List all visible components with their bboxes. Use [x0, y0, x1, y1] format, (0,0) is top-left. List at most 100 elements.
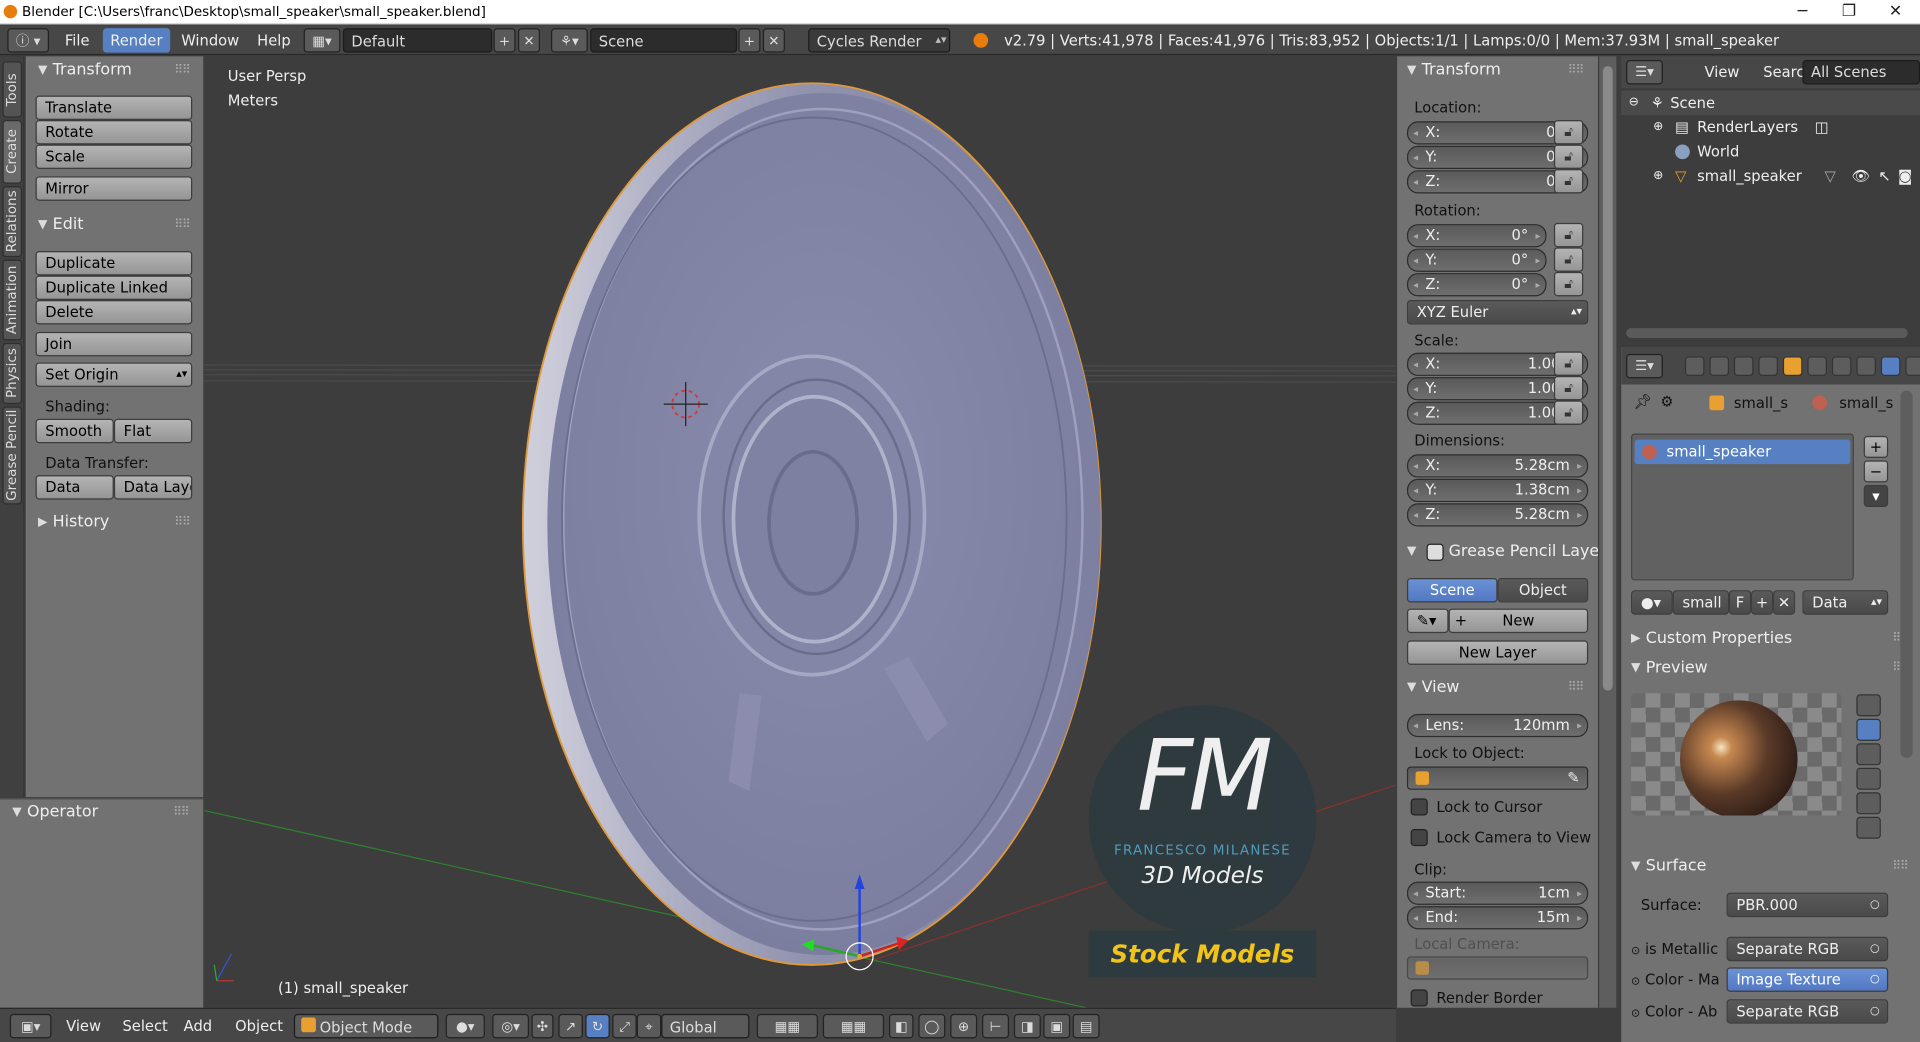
preview-monkey-icon[interactable]: [1856, 767, 1881, 790]
tab-grease-pencil[interactable]: Grease Pencil: [2, 406, 23, 505]
editor-type-outliner-icon[interactable]: ☰▾: [1626, 60, 1663, 85]
outliner-menu-view[interactable]: View: [1697, 61, 1747, 83]
modifiers-tab-icon[interactable]: [1831, 356, 1852, 376]
lens-field[interactable]: ◂ Lens: 120mm ▸: [1406, 713, 1589, 738]
render-camera-icon[interactable]: ◙: [1898, 164, 1912, 188]
operator-panel-header[interactable]: ▼ Operator ⠿⠿: [12, 800, 196, 827]
layers-block-1[interactable]: ▦▦: [756, 1013, 818, 1039]
add-scene-icon[interactable]: +: [738, 28, 761, 53]
set-origin-dropdown[interactable]: Set Origin ▴▾: [35, 362, 193, 387]
scene-icon[interactable]: ⚘▾: [551, 28, 588, 53]
outliner-item-world[interactable]: World: [1621, 140, 1920, 164]
menu-add[interactable]: Add: [176, 1014, 219, 1038]
remove-scene-icon[interactable]: ✕: [762, 28, 785, 53]
properties-scrollbar[interactable]: [1900, 390, 1913, 758]
snap-target-icon[interactable]: ⊢: [982, 1013, 1009, 1039]
edit-panel-header[interactable]: ▼ Edit ⠿⠿: [38, 212, 197, 239]
lock-location-z-icon[interactable]: 🔓︎: [1553, 168, 1584, 194]
opengl-anim-icon[interactable]: ▤: [1072, 1013, 1100, 1039]
menu-render[interactable]: Render: [102, 28, 170, 53]
constraints-tab-icon[interactable]: [1807, 356, 1827, 376]
lock-location-y-icon[interactable]: 🔓︎: [1553, 144, 1584, 169]
rotate-button[interactable]: Rotate: [35, 120, 193, 145]
tab-animation[interactable]: Animation: [2, 259, 23, 341]
dimensions-x-field[interactable]: ◂ X: 5.28cm ▸: [1406, 454, 1589, 478]
custom-properties-header[interactable]: ▶Custom Properties⠿⠿: [1631, 626, 1915, 653]
outliner-hscrollbar[interactable]: [1626, 328, 1908, 338]
material-slot-item[interactable]: small_speaker: [1634, 439, 1851, 465]
n-transform-header[interactable]: ▼ Transform ⠿⠿: [1407, 58, 1591, 85]
preview-flat-icon[interactable]: [1856, 694, 1881, 717]
world-tab-icon[interactable]: [1758, 356, 1778, 376]
data-transfer-button[interactable]: Data: [35, 475, 114, 500]
object-tab-icon[interactable]: [1782, 356, 1803, 376]
rotate-manipulator-icon[interactable]: ↻: [585, 1013, 610, 1039]
tab-tools[interactable]: Tools: [2, 61, 23, 118]
render-still-icon[interactable]: ◨: [1013, 1013, 1041, 1039]
pivot-point-icon[interactable]: ◎▾: [492, 1013, 529, 1039]
material-tab-icon[interactable]: [1880, 356, 1901, 376]
manipulator-toggle-icon[interactable]: ✣: [531, 1013, 554, 1039]
menu-file[interactable]: File: [58, 28, 97, 52]
scene-tab-icon[interactable]: [1733, 356, 1754, 376]
selectability-cursor-icon[interactable]: ↖: [1878, 164, 1890, 188]
opengl-render-icon[interactable]: ▣: [1043, 1013, 1071, 1039]
duplicate-button[interactable]: Duplicate: [35, 251, 193, 276]
transform-panel-header[interactable]: ▼ Transform ⠿⠿: [38, 58, 197, 85]
gp-scene-button[interactable]: Scene: [1406, 577, 1498, 603]
rotation-z-field[interactable]: ◂ Z: 0° ▸: [1406, 273, 1547, 297]
material-name-field[interactable]: small: [1672, 590, 1729, 615]
preview-sphere-icon[interactable]: [1856, 718, 1881, 741]
dimensions-z-field[interactable]: ◂ Z: 5.28cm ▸: [1406, 503, 1589, 527]
texture-tab-icon[interactable]: [1905, 356, 1920, 376]
grease-pencil-layer-header[interactable]: ▼ Grease Pencil Layer: [1407, 539, 1598, 566]
layer-lock-icon[interactable]: ◧: [888, 1013, 914, 1039]
tab-relations[interactable]: Relations: [2, 186, 23, 258]
clip-start-field[interactable]: ◂ Start: 1cm ▸: [1406, 881, 1589, 905]
lock-camera-to-view-checkbox[interactable]: [1410, 828, 1428, 847]
remove-material-slot-icon[interactable]: −: [1863, 460, 1889, 483]
minimize-button[interactable]: ─: [1778, 0, 1827, 24]
data-layout-button[interactable]: Data Layo: [113, 475, 193, 500]
visibility-eye-icon[interactable]: 👁︎: [1851, 164, 1870, 188]
viewport-shading-icon[interactable]: ●▾: [445, 1013, 485, 1039]
material-slots-list[interactable]: small_speaker: [1631, 433, 1854, 581]
lock-scale-x-icon[interactable]: 🔓︎: [1553, 351, 1584, 376]
outliner-item-small-speaker[interactable]: ⊕ ▽ small_speaker ▽ 👁︎ ↖ ◙: [1621, 164, 1920, 188]
outliner-item-scene[interactable]: ⊖ ⚘ Scene: [1621, 90, 1920, 116]
speaker-mesh[interactable]: [521, 82, 1102, 966]
proportional-edit-icon[interactable]: ◯: [918, 1013, 946, 1039]
preview-hair-icon[interactable]: [1856, 792, 1881, 815]
rotation-mode-select[interactable]: XYZ Euler ▴▾: [1406, 300, 1589, 325]
editor-type-info-icon[interactable]: ⓘ ▾: [7, 28, 49, 53]
clip-end-field[interactable]: ◂ End: 15m ▸: [1406, 906, 1589, 930]
menu-object[interactable]: Object: [228, 1014, 291, 1038]
material-link-select[interactable]: Data ▴▾: [1802, 590, 1889, 615]
surface-shader-select[interactable]: PBR.000 ○: [1726, 892, 1889, 918]
3d-viewport[interactable]: User Persp Meters (1) small_speaker FM F…: [204, 56, 1396, 1008]
screen-layout-select[interactable]: Default: [342, 28, 493, 53]
n-panel-scrollbar[interactable]: [1599, 56, 1617, 1008]
duplicate-linked-button[interactable]: Duplicate Linked: [35, 275, 193, 301]
lock-scale-y-icon[interactable]: 🔓︎: [1553, 375, 1584, 401]
local-camera-field[interactable]: [1406, 956, 1589, 980]
input-color-ab-select[interactable]: Separate RGB ○: [1726, 999, 1889, 1024]
lock-to-object-field[interactable]: ✎: [1406, 766, 1589, 790]
gp-object-button[interactable]: Object: [1497, 577, 1589, 603]
unlink-material-icon[interactable]: ✕: [1773, 590, 1796, 615]
lock-scale-z-icon[interactable]: 🔓︎: [1553, 400, 1584, 425]
lock-to-cursor-checkbox[interactable]: [1410, 798, 1428, 816]
renderlayer-toggle-icon[interactable]: ◫: [1815, 115, 1829, 139]
pin-icon[interactable]: 📌︎: [1633, 393, 1652, 410]
scale-button[interactable]: Scale: [35, 144, 193, 169]
lock-location-x-icon[interactable]: 🔓︎: [1553, 120, 1584, 145]
menu-view[interactable]: View: [59, 1014, 109, 1038]
rotation-y-field[interactable]: ◂ Y: 0° ▸: [1406, 248, 1547, 272]
gp-new-layer-button[interactable]: New Layer: [1406, 640, 1589, 665]
lock-rotation-y-icon[interactable]: 🔓︎: [1553, 247, 1584, 272]
join-button[interactable]: Join: [35, 331, 193, 357]
lock-rotation-x-icon[interactable]: 🔓︎: [1553, 222, 1584, 248]
grease-pencil-enable-checkbox[interactable]: [1426, 543, 1444, 561]
smooth-button[interactable]: Smooth: [35, 418, 114, 444]
preview-header[interactable]: ▼Preview⠿⠿: [1631, 655, 1915, 682]
